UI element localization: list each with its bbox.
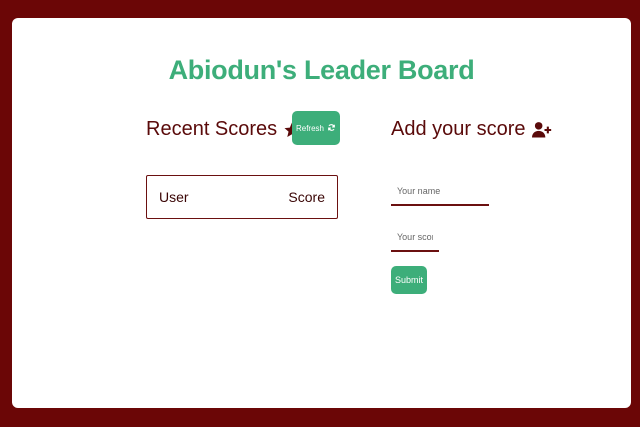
refresh-icon: [327, 123, 336, 134]
page-title: Abiodun's Leader Board: [168, 55, 475, 85]
add-score-heading: Add your score: [391, 118, 552, 141]
refresh-button[interactable]: Refresh: [292, 111, 340, 145]
leaderboard-card: Abiodun's Leader Board Recent Scores Ref…: [12, 18, 631, 408]
submit-button[interactable]: Submit: [391, 266, 427, 294]
score-input[interactable]: [391, 224, 439, 252]
add-score-title: Add your score: [391, 118, 526, 140]
name-input[interactable]: [391, 178, 489, 206]
recent-scores-heading: Recent Scores: [146, 118, 301, 141]
user-plus-icon: [531, 121, 552, 139]
scores-table: User Score: [146, 175, 338, 219]
refresh-label: Refresh: [295, 123, 324, 133]
recent-scores-title: Recent Scores: [146, 118, 278, 140]
column-header-user: User: [159, 189, 189, 205]
column-header-score: Score: [288, 189, 325, 205]
